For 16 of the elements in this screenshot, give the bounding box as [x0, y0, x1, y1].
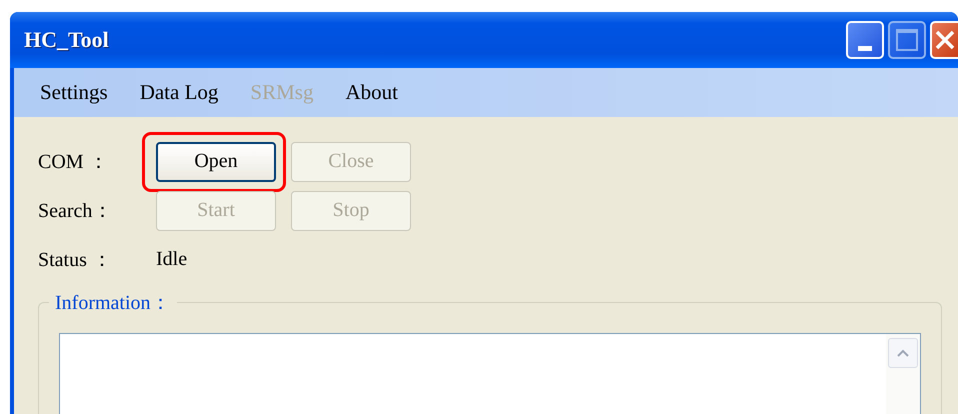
- maximize-button[interactable]: [888, 21, 926, 59]
- field-label: COM ：: [38, 150, 110, 175]
- scroll-up-button[interactable]: [888, 338, 918, 368]
- minimize-button[interactable]: [846, 21, 884, 59]
- menu-item[interactable]: About: [345, 80, 398, 105]
- button[interactable]: Open: [156, 142, 276, 182]
- window-title: HC_Tool: [24, 27, 109, 53]
- caret-up-icon: [897, 349, 909, 357]
- close-button[interactable]: [930, 21, 958, 59]
- menu-item[interactable]: Settings: [40, 80, 108, 105]
- field-label: Search：: [38, 199, 114, 224]
- field-label: Status ：: [38, 248, 113, 273]
- close-icon: [934, 29, 956, 51]
- menu-item[interactable]: Data Log: [140, 80, 218, 105]
- status-value: Idle: [156, 248, 188, 271]
- scroll-bar[interactable]: [886, 334, 920, 414]
